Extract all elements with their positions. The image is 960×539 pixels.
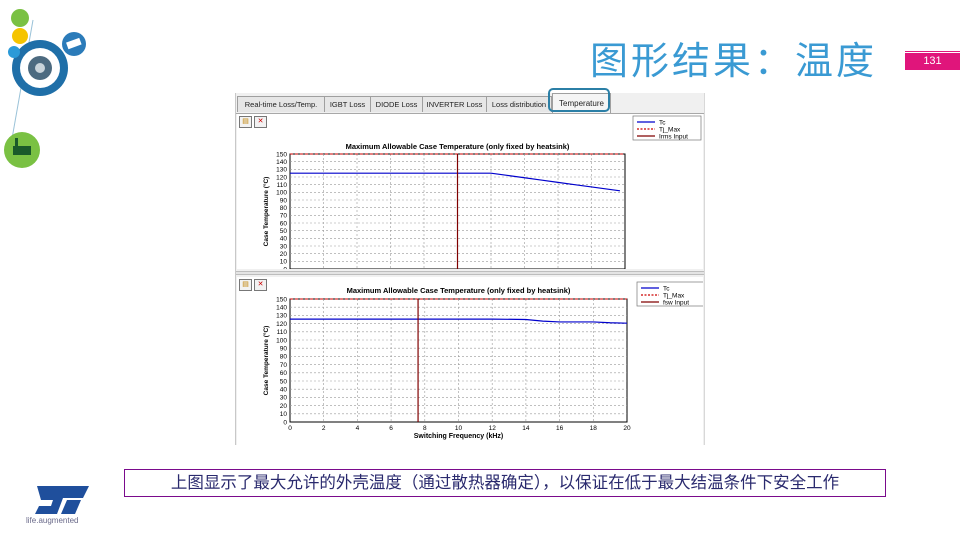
legend-label: fsw Input [663, 299, 689, 306]
y-tick-label: 10 [280, 411, 288, 418]
panel-splitter[interactable] [236, 271, 704, 275]
y-tick-label: 120 [276, 174, 287, 181]
x-tick-label: 4 [356, 425, 360, 432]
y-tick-label: 30 [280, 395, 288, 402]
y-tick-label: 20 [280, 403, 288, 410]
legend-label: Irms Input [659, 133, 688, 140]
page-number: 131 [905, 53, 960, 70]
y-tick-label: 80 [280, 354, 288, 361]
x-tick-label: 16 [556, 425, 564, 432]
y-tick-label: 50 [280, 228, 288, 235]
legend-label: Tj_Max [659, 126, 681, 133]
y-tick-label: 0 [283, 266, 287, 269]
tab-igbt-loss[interactable]: IGBT Loss [324, 96, 371, 112]
tagline: life.augmented [26, 516, 79, 525]
y-tick-label: 60 [280, 370, 288, 377]
y-tick-label: 60 [280, 220, 288, 227]
y-tick-label: 0 [283, 419, 287, 426]
legend-label: Tc [659, 119, 666, 126]
legend-label: Tc [663, 285, 670, 292]
y-tick-label: 110 [277, 329, 288, 336]
y-tick-label: 150 [276, 296, 287, 303]
y-tick-label: 110 [277, 182, 288, 189]
x-tick-label: 10 [455, 425, 463, 432]
y-tick-label: 120 [276, 321, 287, 328]
y-axis-label: Case Temperature (°C) [262, 326, 270, 396]
y-tick-label: 100 [276, 190, 287, 197]
leaf-badge-icon [11, 9, 29, 27]
y-tick-label: 70 [280, 213, 288, 220]
chart-panel-frequency: ▤ ✕ Maximum Allowable Case Temperature (… [237, 277, 703, 445]
chart-switching-frequency: Maximum Allowable Case Temperature (only… [262, 281, 703, 440]
tab-highlight-box [548, 88, 610, 112]
y-axis-label: Case Temperature (°C) [262, 177, 270, 247]
y-tick-label: 80 [280, 205, 288, 212]
title-underline [905, 51, 960, 52]
y-tick-label: 40 [280, 236, 288, 243]
chart-title: Maximum Allowable Case Temperature (only… [347, 286, 571, 295]
x-tick-label: 14 [522, 425, 530, 432]
chart-current-rms: Maximum Allowable Case Temperature (only… [262, 115, 702, 269]
x-tick-label: 8 [423, 425, 427, 432]
decorative-graphic [4, 9, 86, 168]
tab-bar: Real-time Loss/Temp. IGBT Loss DIODE Los… [236, 93, 704, 114]
x-tick-label: 12 [489, 425, 497, 432]
x-tick-label: 18 [590, 425, 598, 432]
y-tick-label: 90 [280, 346, 288, 353]
x-tick-label: 6 [389, 425, 393, 432]
y-tick-label: 150 [276, 151, 287, 158]
y-tick-label: 130 [276, 313, 287, 320]
slide-title: 图形结果：温度 [590, 39, 878, 83]
y-tick-label: 10 [280, 259, 288, 266]
y-tick-label: 30 [280, 243, 288, 250]
chart-panel-current: ▤ ✕ Maximum Allowable Case Temperature (… [237, 114, 703, 269]
y-tick-label: 90 [280, 197, 288, 204]
y-tick-label: 140 [276, 159, 287, 166]
y-tick-label: 100 [276, 337, 287, 344]
y-tick-label: 130 [276, 167, 287, 174]
legend-label: Tj_Max [663, 292, 685, 299]
caption-box: 上图显示了最大允许的外壳温度（通过散热器确定），以保证在低于最大结温条件下安全工… [124, 469, 886, 497]
y-tick-label: 20 [280, 251, 288, 258]
y-tick-label: 70 [280, 362, 288, 369]
x-tick-label: 0 [288, 425, 292, 432]
y-tick-label: 140 [276, 305, 287, 312]
tab-loss-distribution[interactable]: Loss distribution [486, 96, 552, 112]
x-axis-label: Switching Frequency (kHz) [414, 433, 503, 440]
x-tick-label: 20 [623, 425, 631, 432]
y-tick-label: 50 [280, 378, 288, 385]
tab-diode-loss[interactable]: DIODE Loss [370, 96, 423, 112]
chart-title: Maximum Allowable Case Temperature (only… [346, 142, 570, 151]
tab-inverter-loss[interactable]: INVERTER Loss [422, 96, 487, 112]
x-tick-label: 2 [322, 425, 326, 432]
temperature-app-window: Real-time Loss/Temp. IGBT Loss DIODE Los… [235, 93, 705, 445]
y-tick-label: 40 [280, 387, 288, 394]
tab-realtime-loss-temp[interactable]: Real-time Loss/Temp. [237, 96, 325, 112]
